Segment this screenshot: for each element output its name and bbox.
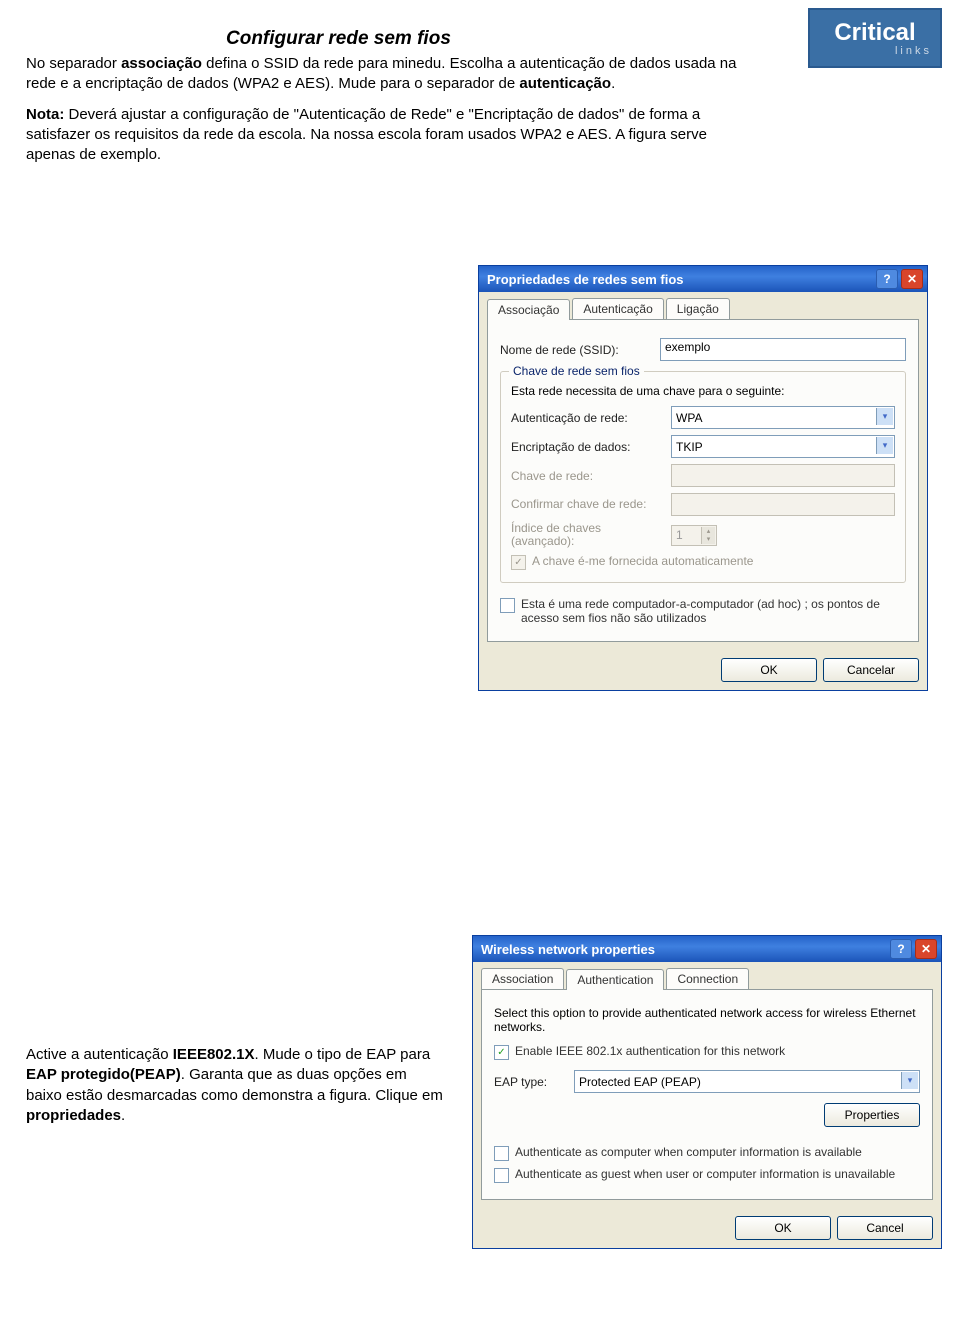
note-paragraph: Nota: Deverá ajustar a configuração de "… xyxy=(26,105,746,166)
auth-description: Select this option to provide authentica… xyxy=(494,1006,920,1034)
enc-label: Encriptação de dados: xyxy=(511,440,661,454)
brand-sub: links xyxy=(895,45,932,57)
tab-autenticacao[interactable]: Autenticação xyxy=(572,298,663,319)
properties-button[interactable]: Properties xyxy=(824,1103,920,1127)
chevron-down-icon: ▾ xyxy=(901,1072,918,1089)
intro-paragraph: No separador associação defina o SSID da… xyxy=(26,54,746,95)
index-label: Índice de chaves (avançado): xyxy=(511,522,661,548)
auth-as-computer-checkbox[interactable]: Authenticate as computer when computer i… xyxy=(494,1145,920,1161)
auth-label: Autenticação de rede: xyxy=(511,411,661,425)
auth-as-guest-checkbox[interactable]: Authenticate as guest when user or compu… xyxy=(494,1167,920,1183)
key-input xyxy=(671,464,895,487)
tab-ligacao[interactable]: Ligação xyxy=(666,298,730,319)
cancel-button[interactable]: Cancelar xyxy=(823,658,919,682)
eap-type-label: EAP type: xyxy=(494,1075,564,1089)
help-button[interactable]: ? xyxy=(890,939,912,959)
tab-connection[interactable]: Connection xyxy=(666,968,749,989)
close-button[interactable]: ✕ xyxy=(901,269,923,289)
ssid-input[interactable]: exemplo xyxy=(660,338,906,361)
key-index-spinner: 1 ▴▾ xyxy=(671,525,717,546)
ok-button[interactable]: OK xyxy=(735,1216,831,1240)
ok-button[interactable]: OK xyxy=(721,658,817,682)
brand-logo: Critical links xyxy=(808,8,942,68)
key-label: Chave de rede: xyxy=(511,469,661,483)
group-text: Esta rede necessita de uma chave para o … xyxy=(511,384,895,398)
titlebar[interactable]: Propriedades de redes sem fios ? ✕ xyxy=(479,266,927,292)
chevron-down-icon: ▾ xyxy=(876,437,893,454)
help-button[interactable]: ? xyxy=(876,269,898,289)
key-confirm-input xyxy=(671,493,895,516)
ssid-label: Nome de rede (SSID): xyxy=(500,343,650,357)
group-legend: Chave de rede sem fios xyxy=(509,364,644,378)
window-title: Wireless network properties xyxy=(481,942,655,957)
enable-8021x-checkbox[interactable]: ✓ Enable IEEE 802.1x authentication for … xyxy=(494,1044,920,1060)
chevron-down-icon: ▾ xyxy=(876,408,893,425)
brand-name: Critical xyxy=(834,19,915,47)
dialog-wireless-properties-en: Wireless network properties ? ✕ Associat… xyxy=(472,935,942,1249)
titlebar[interactable]: Wireless network properties ? ✕ xyxy=(473,936,941,962)
adhoc-checkbox[interactable]: Esta é uma rede computador-a-computador … xyxy=(500,597,906,625)
enc-combo[interactable]: TKIP ▾ xyxy=(671,435,895,458)
dialog-wireless-properties-pt: Propriedades de redes sem fios ? ✕ Assoc… xyxy=(478,265,928,691)
key2-label: Confirmar chave de rede: xyxy=(511,498,661,511)
tab-authentication[interactable]: Authentication xyxy=(566,969,664,990)
tab-association[interactable]: Association xyxy=(481,968,564,989)
cancel-button[interactable]: Cancel xyxy=(837,1216,933,1240)
close-button[interactable]: ✕ xyxy=(915,939,937,959)
eap-type-combo[interactable]: Protected EAP (PEAP) ▾ xyxy=(574,1070,920,1093)
auto-key-checkbox: ✓ A chave é-me fornecida automaticamente xyxy=(511,554,895,570)
tab-associacao[interactable]: Associação xyxy=(487,299,570,320)
window-title: Propriedades de redes sem fios xyxy=(487,272,684,287)
paragraph-2: Active a autenticação IEEE802.1X. Mude o… xyxy=(26,1045,446,1126)
auth-combo[interactable]: WPA ▾ xyxy=(671,406,895,429)
